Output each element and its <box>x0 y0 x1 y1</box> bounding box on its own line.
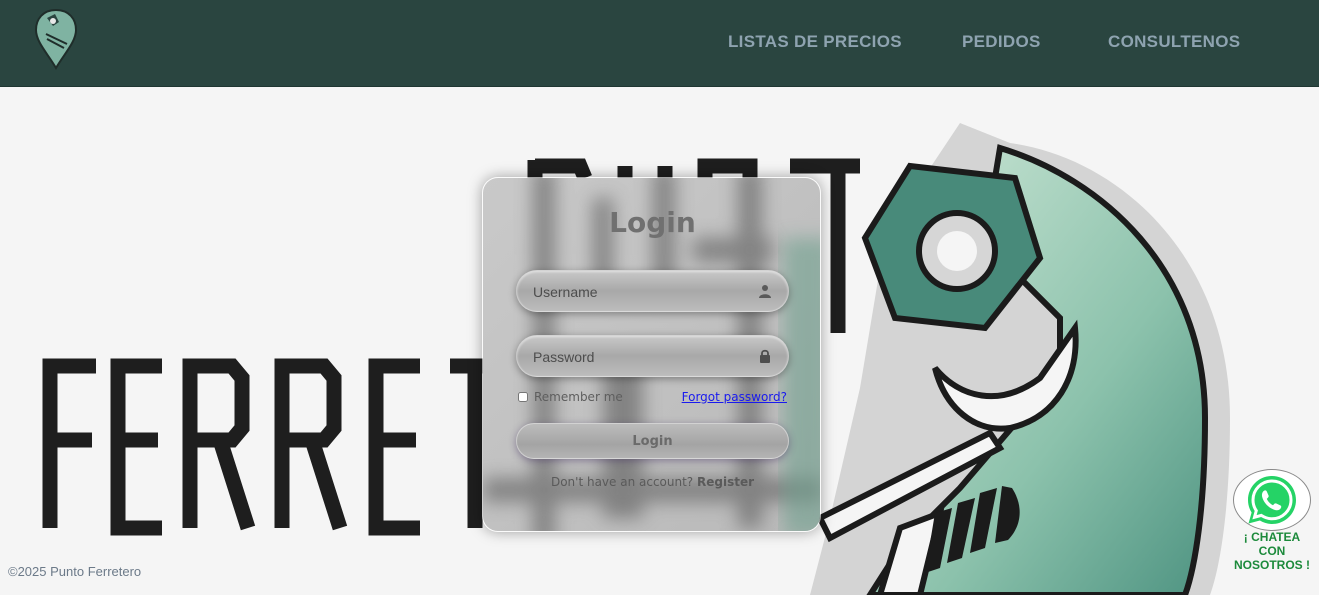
register-prompt: Don't have an account? Register <box>483 475 820 489</box>
copyright-text: ©2025 Punto Ferretero <box>8 564 142 579</box>
whatsapp-label-line2: CON <box>1258 544 1286 558</box>
login-title: Login <box>609 206 696 239</box>
whatsapp-label-line1: ¡ CHATEA <box>1243 530 1301 544</box>
forgot-password-link[interactable]: Forgot password? <box>682 390 787 404</box>
whatsapp-label-line3: NOSOTROS ! <box>1233 558 1310 572</box>
username-field-wrapper <box>516 270 789 313</box>
remember-me-checkbox[interactable] <box>518 392 528 402</box>
brand-logo-icon[interactable] <box>33 8 79 70</box>
nav-listas-de-precios[interactable]: LISTAS DE PRECIOS <box>728 32 902 52</box>
top-navbar: LISTAS DE PRECIOS PEDIDOS CONSULTENOS <box>0 0 1319 87</box>
login-form: Login Remember me Forgot password? Login… <box>483 178 820 531</box>
login-button[interactable]: Login <box>516 423 789 459</box>
whatsapp-icon <box>1248 476 1296 524</box>
remember-me: Remember me <box>518 390 623 404</box>
whatsapp-chat-label[interactable]: ¡ CHATEA CON NOSOTROS ! <box>1228 530 1316 572</box>
lock-icon <box>760 349 770 363</box>
password-input[interactable] <box>533 336 743 378</box>
username-input[interactable] <box>533 271 743 313</box>
nav-pedidos[interactable]: PEDIDOS <box>962 32 1041 52</box>
register-link[interactable]: Register <box>697 475 754 489</box>
password-field-wrapper <box>516 335 789 378</box>
login-card: Login Remember me Forgot password? Login… <box>482 177 821 532</box>
user-icon <box>759 285 771 298</box>
remember-me-label: Remember me <box>534 390 623 404</box>
nav-consultenos[interactable]: CONSULTENOS <box>1108 32 1240 52</box>
register-prompt-text: Don't have an account? <box>550 475 694 489</box>
whatsapp-chat-button[interactable] <box>1233 469 1311 531</box>
